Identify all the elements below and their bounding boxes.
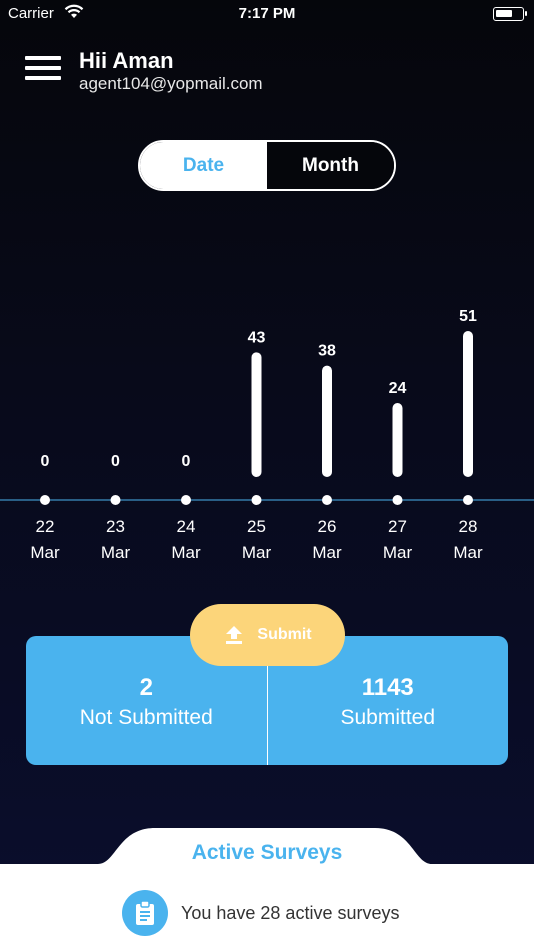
x-tick-day: 26	[318, 517, 337, 536]
status-bar: Carrier 7:17 PM	[0, 0, 534, 28]
user-greeting: Hii Aman	[79, 48, 174, 73]
active-surveys-row[interactable]: You have 28 active surveys	[122, 890, 399, 936]
x-tick-day: 28	[459, 517, 478, 536]
axis-point	[463, 495, 473, 505]
active-surveys-title: Active Surveys	[191, 841, 343, 864]
x-tick-day: 27	[388, 517, 407, 536]
submit-button[interactable]: Submit	[190, 604, 345, 666]
tab-date[interactable]: Date	[140, 142, 267, 189]
bar-value-label: 38	[318, 343, 336, 360]
bar-value-label: 24	[389, 380, 407, 397]
submit-label: Submit	[257, 626, 312, 643]
upload-icon	[226, 626, 243, 644]
active-surveys-text: You have 28 active surveys	[181, 902, 400, 923]
bar-value-label: 43	[248, 329, 266, 346]
battery-icon	[493, 7, 527, 21]
x-tick-month: Mar	[453, 543, 483, 562]
x-tick-month: Mar	[30, 543, 60, 562]
tab-month[interactable]: Month	[267, 142, 394, 189]
x-tick-month: Mar	[242, 543, 272, 562]
not-submitted-label: Not Submitted	[79, 706, 213, 729]
active-surveys-panel: Active Surveys You have 28 active survey…	[0, 826, 534, 950]
submitted-label: Submitted	[340, 706, 436, 729]
axis-point	[110, 495, 121, 505]
x-tick-day: 23	[106, 517, 125, 536]
user-email: agent104@yopmail.com	[79, 74, 263, 93]
x-tick-month: Mar	[312, 543, 342, 562]
axis-point	[392, 495, 403, 505]
x-tick-month: Mar	[383, 543, 413, 562]
x-tick-day: 24	[177, 517, 196, 536]
axis-point	[251, 495, 262, 505]
menu-icon[interactable]	[25, 56, 61, 84]
clock: 7:17 PM	[238, 5, 296, 22]
x-tick-month: Mar	[101, 543, 131, 562]
bar-value-label: 0	[111, 453, 120, 470]
period-toggle: Date Month	[138, 140, 396, 191]
chart-svg: 0 22 Mar 0 23 Mar 0 24 Mar 43 25 Mar 38 26 Mar 24 27 Mar 5…	[0, 308, 534, 562]
axis-point	[322, 495, 332, 505]
bar-value-label: 0	[182, 453, 191, 470]
header: Hii Aman agent104@yopmail.com	[0, 44, 534, 100]
clipboard-icon	[122, 890, 168, 936]
axis-point	[40, 495, 50, 505]
survey-chart: 0 22 Mar 0 23 Mar 0 24 Mar 43 25 Mar 38 26 Mar 24 27 Mar 5…	[0, 290, 534, 580]
x-tick-day: 25	[247, 517, 266, 536]
not-submitted-count: 2	[139, 674, 153, 701]
x-tick-month: Mar	[171, 543, 201, 562]
axis-point	[181, 495, 191, 505]
submitted-count: 1143	[361, 674, 414, 701]
bar-value-label: 0	[41, 453, 50, 470]
bar-value-label: 51	[459, 308, 477, 325]
x-tick-day: 22	[36, 517, 55, 536]
